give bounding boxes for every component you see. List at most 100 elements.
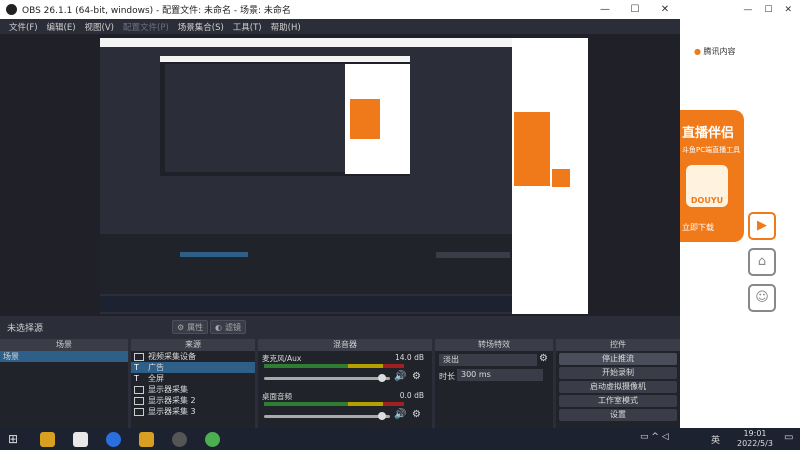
home-icon[interactable]: ⌂ bbox=[748, 248, 776, 276]
text-icon: T bbox=[134, 374, 139, 383]
close-icon[interactable]: ✕ bbox=[784, 5, 792, 15]
speaker-icon[interactable]: 🔊 bbox=[394, 371, 406, 382]
preview-canvas[interactable] bbox=[0, 34, 680, 316]
douyu-app-2-icon[interactable] bbox=[139, 431, 155, 447]
robot-icon[interactable]: ☺ bbox=[748, 284, 776, 312]
ad-banner[interactable]: 直播伴侣 斗鱼PC端直播工具 DOUYU 立即下载 bbox=[680, 110, 744, 242]
studio-mode-button[interactable]: 工作室模式 bbox=[559, 395, 677, 407]
source-item[interactable]: 视频采集设备 bbox=[131, 351, 255, 362]
menu-tools[interactable]: 工具(T) bbox=[233, 21, 262, 33]
mixer-channel-desktop: 桌面音频 0.0 dB 🔊 ⚙ bbox=[262, 391, 428, 423]
volume-slider[interactable] bbox=[264, 415, 390, 418]
source-item[interactable]: T 全屏 bbox=[131, 373, 255, 384]
level-meter bbox=[264, 364, 404, 368]
camera-icon bbox=[134, 352, 144, 361]
gear-icon[interactable]: ⚙ bbox=[412, 409, 421, 420]
mixer-header: 混音器 bbox=[258, 339, 432, 351]
channel-name: 麦克风/Aux bbox=[262, 354, 302, 363]
transitions-header: 转场特效 bbox=[435, 339, 553, 351]
menu-help[interactable]: 帮助(H) bbox=[271, 21, 301, 33]
monitor-icon bbox=[134, 407, 144, 416]
gear-icon[interactable]: ⚙ bbox=[412, 371, 421, 382]
transition-value: 淡出 bbox=[443, 355, 459, 364]
channel-level: 14.0 dB bbox=[395, 353, 424, 362]
close-button[interactable]: ✕ bbox=[650, 0, 680, 19]
obs-logo-icon bbox=[6, 4, 17, 15]
menu-view[interactable]: 视图(V) bbox=[85, 21, 114, 33]
douyu-app-icon[interactable] bbox=[40, 431, 56, 447]
source-label: 全屏 bbox=[148, 374, 164, 383]
monitor-icon bbox=[134, 385, 144, 394]
source-label: 广告 bbox=[148, 363, 164, 372]
volume-knob[interactable] bbox=[378, 374, 386, 382]
tray-icons[interactable]: ▭ ^ ◁ bbox=[640, 432, 669, 442]
transitions-dock: 转场特效 淡出 ⚙ 时长 300 ms bbox=[435, 339, 553, 428]
gear-icon[interactable]: ⚙ bbox=[539, 353, 548, 364]
text-icon: T bbox=[134, 363, 139, 372]
properties-button[interactable]: ⚙ 属性 bbox=[172, 320, 209, 334]
menu-scene-collection[interactable]: 场景集合(S) bbox=[178, 21, 224, 33]
scenes-dock: 场景 场景 bbox=[0, 339, 128, 428]
menu-profile[interactable]: 配置文件(P) bbox=[123, 21, 169, 33]
sources-header: 来源 bbox=[131, 339, 255, 351]
settings-button[interactable]: 设置 bbox=[559, 409, 677, 421]
filters-button[interactable]: ◐ 滤镜 bbox=[210, 320, 246, 334]
scene-name: 场景 bbox=[3, 352, 19, 361]
start-icon[interactable]: ⊞ bbox=[8, 432, 18, 446]
source-label: 显示器采集 3 bbox=[148, 407, 196, 416]
filter-icon: ◐ bbox=[215, 322, 222, 332]
side-window: — ☐ ✕ ● 腾讯内容 直播伴侣 斗鱼PC端直播工具 DOUYU 立即下载 ▶ ⌂… bbox=[680, 0, 800, 428]
gear-icon: ⚙ bbox=[177, 322, 185, 332]
live-icon[interactable]: ▶ bbox=[748, 212, 776, 240]
volume-slider[interactable] bbox=[264, 377, 390, 380]
transition-select[interactable]: 淡出 bbox=[439, 354, 537, 366]
stop-streaming-button[interactable]: 停止推流 bbox=[559, 353, 677, 365]
no-source-label: 未选择源 bbox=[7, 323, 44, 334]
channel-level: 0.0 dB bbox=[399, 391, 424, 400]
speaker-icon[interactable]: 🔊 bbox=[394, 409, 406, 420]
volume-knob[interactable] bbox=[378, 412, 386, 420]
source-label: 显示器采集 2 bbox=[148, 396, 196, 405]
duration-input[interactable]: 300 ms bbox=[457, 369, 543, 381]
preview-screen-capture bbox=[100, 38, 588, 314]
douyu-logo: DOUYU bbox=[686, 165, 728, 207]
mixer-dock: 混音器 麦克风/Aux 14.0 dB 🔊 ⚙ 桌面音频 0.0 dB 🔊 ⚙ bbox=[258, 339, 432, 428]
menu-file[interactable]: 文件(F) bbox=[9, 21, 38, 33]
ime-indicator[interactable]: 英 bbox=[711, 433, 720, 446]
status-bar: 未选择源 ⚙ 属性 ◐ 滤镜 bbox=[0, 318, 680, 336]
source-label: 显示器采集 bbox=[148, 385, 188, 394]
virtual-camera-button[interactable]: 启动虚拟摄像机 bbox=[559, 381, 677, 393]
controls-header: 控件 bbox=[556, 339, 680, 351]
maximize-icon[interactable]: ☐ bbox=[764, 5, 772, 15]
menu-edit[interactable]: 编辑(E) bbox=[47, 21, 76, 33]
level-meter bbox=[264, 402, 404, 406]
clock-date: 2022/5/3 bbox=[737, 439, 773, 448]
download-link[interactable]: 立即下载 bbox=[680, 222, 714, 233]
side-tab[interactable]: ● 腾讯内容 bbox=[694, 46, 736, 57]
duration-label: 时长 bbox=[439, 372, 455, 381]
tab-icon: ● bbox=[694, 47, 704, 56]
channel-name: 桌面音频 bbox=[262, 392, 292, 401]
source-item[interactable]: 显示器采集 3 bbox=[131, 406, 255, 417]
taskbar: ⊞ ▭ ^ ◁ 英 19:01 2022/5/3 ▭ bbox=[0, 428, 800, 450]
minimize-button[interactable]: — bbox=[590, 0, 620, 19]
filters-label: 滤镜 bbox=[224, 322, 241, 332]
properties-label: 属性 bbox=[187, 322, 204, 332]
start-recording-button[interactable]: 开始录制 bbox=[559, 367, 677, 379]
maximize-button[interactable]: ☐ bbox=[620, 0, 650, 19]
monitor-icon bbox=[134, 396, 144, 405]
k-app-icon[interactable] bbox=[106, 431, 122, 447]
source-item[interactable]: 显示器采集 2 bbox=[131, 395, 255, 406]
scenes-header: 场景 bbox=[0, 339, 128, 351]
source-label: 视频采集设备 bbox=[148, 352, 196, 361]
clock[interactable]: 19:01 2022/5/3 bbox=[737, 429, 773, 449]
title-bar: OBS 26.1.1 (64-bit, windows) - 配置文件: 未命名… bbox=[0, 0, 680, 19]
obs-taskbar-icon[interactable] bbox=[172, 431, 188, 447]
green-app-icon[interactable] bbox=[205, 431, 221, 447]
explorer-icon[interactable] bbox=[73, 431, 89, 447]
minimize-icon[interactable]: — bbox=[743, 5, 752, 15]
source-item[interactable]: T 广告 bbox=[131, 362, 255, 373]
source-item[interactable]: 显示器采集 bbox=[131, 384, 255, 395]
scene-item[interactable]: 场景 bbox=[0, 351, 128, 362]
notification-icon[interactable]: ▭ bbox=[784, 432, 793, 443]
